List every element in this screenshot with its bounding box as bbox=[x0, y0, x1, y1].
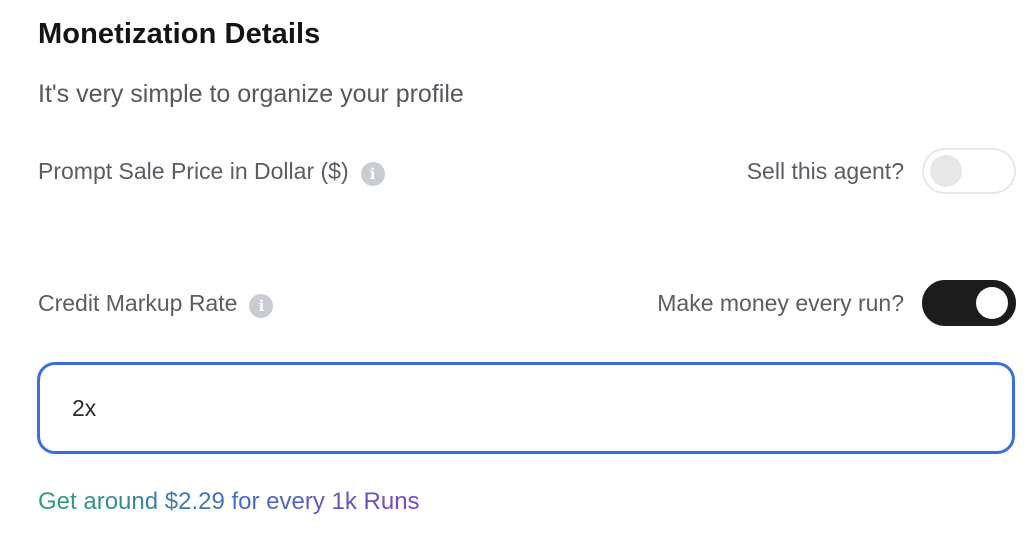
sell-agent-toggle[interactable] bbox=[922, 148, 1016, 194]
earnings-estimate-text: Get around $2.29 for every 1k Runs bbox=[38, 488, 420, 515]
toggle-knob bbox=[930, 155, 962, 187]
info-icon[interactable]: i bbox=[249, 294, 274, 318]
sell-agent-toggle-group: Sell this agent? bbox=[747, 148, 1016, 194]
credit-markup-row: Credit Markup Rate i Make money every ru… bbox=[38, 276, 1016, 330]
credit-markup-input[interactable] bbox=[37, 362, 1015, 454]
sell-agent-toggle-label: Sell this agent? bbox=[746, 157, 904, 184]
toggle-knob bbox=[976, 287, 1008, 319]
section-title: Monetization Details bbox=[38, 18, 321, 50]
make-money-toggle[interactable] bbox=[922, 280, 1016, 326]
credit-markup-label: Credit Markup Rate bbox=[38, 289, 238, 316]
sale-price-label-group: Prompt Sale Price in Dollar ($) i bbox=[38, 156, 385, 186]
sale-price-label: Prompt Sale Price in Dollar ($) bbox=[38, 157, 349, 184]
section-subtitle: It's very simple to organize your profil… bbox=[38, 80, 464, 108]
sale-price-row: Prompt Sale Price in Dollar ($) i Sell t… bbox=[38, 144, 1016, 198]
info-icon[interactable]: i bbox=[360, 162, 385, 186]
make-money-toggle-group: Make money every run? bbox=[657, 280, 1016, 326]
make-money-toggle-label: Make money every run? bbox=[657, 289, 904, 316]
credit-markup-label-group: Credit Markup Rate i bbox=[38, 288, 274, 318]
